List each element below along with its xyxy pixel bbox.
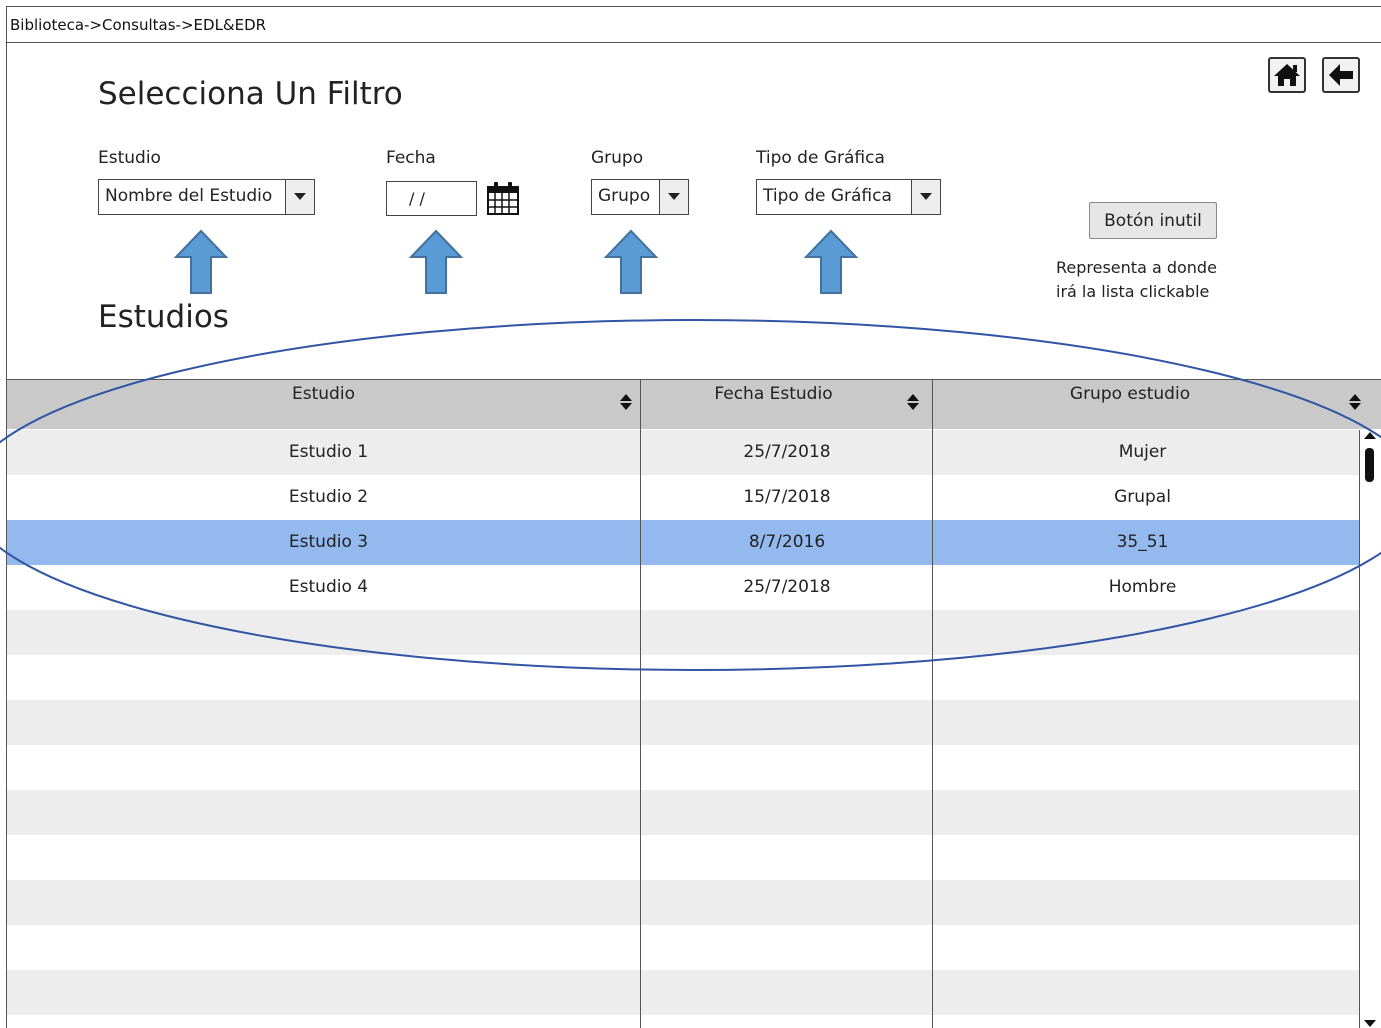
grupo-label: Grupo — [591, 148, 644, 168]
table-row-selected[interactable]: Estudio 3 8/7/2016 35_51 — [7, 520, 1360, 565]
arrow-up-icon — [804, 229, 858, 294]
button-note-line-1: Representa a donde — [1056, 258, 1217, 277]
table-cell: 8/7/2016 — [748, 532, 826, 552]
vertical-scrollbar[interactable] — [1359, 430, 1381, 1028]
table-cell: Mujer — [1118, 442, 1167, 462]
sort-icon[interactable] — [619, 392, 633, 412]
table-row-empty[interactable] — [7, 655, 1360, 700]
table-cell: Hombre — [1108, 577, 1177, 597]
table-row[interactable]: Estudio 2 15/7/2018 Grupal — [7, 475, 1360, 520]
column-divider — [932, 380, 933, 1028]
home-button[interactable] — [1268, 57, 1306, 93]
button-note-line-2: irá la lista clickable — [1056, 282, 1210, 301]
table-row[interactable]: Estudio 4 25/7/2018 Hombre — [7, 565, 1360, 610]
table-cell: 15/7/2018 — [743, 487, 831, 507]
chevron-down-icon[interactable] — [911, 180, 940, 214]
table-row-empty[interactable] — [7, 745, 1360, 790]
estudio-select[interactable]: Nombre del Estudio — [98, 179, 315, 215]
table-cell: Estudio 2 — [288, 487, 369, 507]
column-divider — [640, 380, 641, 1028]
table-row[interactable]: Estudio 1 25/7/2018 Mujer — [7, 430, 1360, 475]
table-row-empty[interactable] — [7, 970, 1360, 1015]
table-cell: 25/7/2018 — [743, 577, 831, 597]
calendar-icon[interactable] — [486, 180, 520, 220]
table-row-empty[interactable] — [7, 700, 1360, 745]
arrow-up-icon — [604, 229, 658, 294]
studies-title: Estudios — [98, 299, 229, 335]
sort-icon[interactable] — [1348, 392, 1362, 412]
back-button[interactable] — [1322, 57, 1360, 93]
tipo-grafica-select-value: Tipo de Gráfica — [763, 186, 892, 206]
column-header-fecha[interactable]: Fecha Estudio — [641, 380, 906, 429]
table-row-empty[interactable] — [7, 880, 1360, 925]
table-cell: Grupal — [1114, 487, 1171, 507]
table-cell: Estudio 4 — [288, 577, 369, 597]
chevron-down-icon[interactable] — [285, 180, 314, 214]
estudio-select-value: Nombre del Estudio — [105, 186, 273, 206]
column-header-estudio[interactable]: Estudio — [7, 380, 640, 429]
table-cell: 35_51 — [1116, 532, 1169, 552]
tipo-grafica-label: Tipo de Gráfica — [756, 148, 885, 168]
arrow-up-icon — [174, 229, 228, 294]
studies-table: Estudio Fecha Estudio Grupo estudio Estu… — [7, 379, 1381, 1028]
arrow-left-icon — [1329, 64, 1353, 86]
breadcrumb: Biblioteca->Consultas->EDL&EDR — [7, 7, 1381, 43]
table-row-empty[interactable] — [7, 790, 1360, 835]
grupo-select-value: Grupo — [598, 186, 651, 206]
table-cell: Estudio 3 — [288, 532, 369, 552]
home-icon — [1274, 64, 1300, 86]
filter-title: Selecciona Un Filtro — [98, 76, 403, 112]
scrollbar-track — [1364, 432, 1376, 1027]
column-header-label: Estudio — [292, 384, 355, 404]
button-note: Representa a donde irá la lista clickabl… — [1056, 256, 1276, 304]
estudio-label: Estudio — [98, 148, 161, 168]
table-row-empty[interactable] — [7, 925, 1360, 970]
table-header: Estudio Fecha Estudio Grupo estudio — [7, 380, 1381, 429]
chevron-down-icon[interactable] — [659, 180, 688, 214]
column-header-label: Fecha Estudio — [714, 384, 833, 404]
table-cell: 25/7/2018 — [743, 442, 831, 462]
column-header-grupo[interactable]: Grupo estudio — [933, 380, 1327, 429]
table-row-empty[interactable] — [7, 835, 1360, 880]
grupo-select[interactable]: Grupo — [591, 179, 689, 215]
table-row-empty[interactable] — [7, 610, 1360, 655]
column-header-label: Grupo estudio — [1069, 384, 1191, 404]
sort-icon[interactable] — [906, 392, 920, 412]
table-cell: Estudio 1 — [288, 442, 369, 462]
useless-button[interactable]: Botón inutil — [1089, 202, 1217, 239]
arrow-up-icon — [409, 229, 463, 294]
fecha-label: Fecha — [386, 148, 436, 168]
fecha-input[interactable]: / / — [386, 181, 477, 216]
tipo-grafica-select[interactable]: Tipo de Gráfica — [756, 179, 941, 215]
